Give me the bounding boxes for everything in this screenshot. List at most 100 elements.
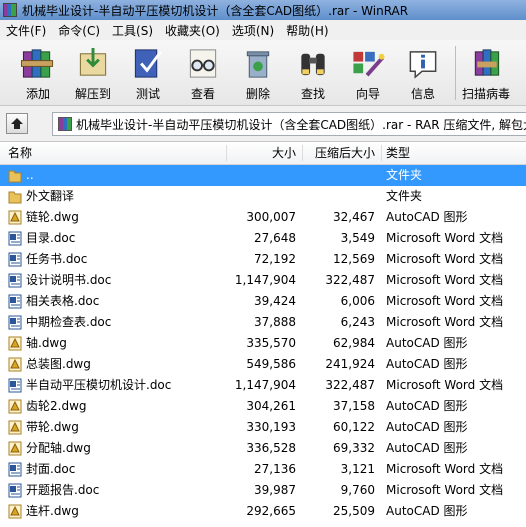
menu-commands[interactable]: 命令(C) [52,22,106,39]
file-type: AutoCAD 图形 [386,336,468,350]
file-name: .. [26,168,34,182]
wizard-label: 向导 [355,87,380,101]
menu-file[interactable]: 文件(F) [0,22,52,39]
file-size: 300,007 [246,210,296,224]
file-packed-size: 241,924 [325,357,375,371]
file-row[interactable]: 任务书.doc 72,192 12,569 Microsoft Word 文档 [0,249,526,270]
folder-icon [8,170,22,183]
find-label: 查找 [300,87,325,101]
file-packed-size: 322,487 [325,378,375,392]
file-name: 链轮.dwg [26,210,79,224]
wizard-button[interactable]: 向导 [343,44,393,102]
dwg-file-icon [8,441,22,456]
delete-label: 删除 [245,87,270,101]
file-size: 336,528 [246,441,296,455]
file-type: 文件夹 [386,189,423,203]
add-button[interactable]: 添加 [13,44,63,102]
menu-help[interactable]: 帮助(H) [280,22,334,39]
file-row[interactable]: 分配轴.dwg 336,528 69,332 AutoCAD 图形 [0,438,526,459]
view-glasses-icon [189,49,217,78]
file-row[interactable]: 相关表格.doc 39,424 6,006 Microsoft Word 文档 [0,291,526,312]
info-button[interactable]: 信息 [398,44,448,102]
folder-icon [8,191,22,204]
find-button[interactable]: 查找 [288,44,338,102]
archive-path-field[interactable]: 机械毕业设计-半自动平压模切机设计（含全套CAD图纸）.rar - RAR 压缩… [52,112,526,136]
file-type: Microsoft Word 文档 [386,294,504,308]
word-doc-icon [8,378,22,393]
file-row[interactable]: 链轮.dwg 300,007 32,467 AutoCAD 图形 [0,207,526,228]
column-divider[interactable] [302,145,303,161]
word-doc-icon [8,462,22,477]
column-packed-size[interactable]: 压缩后大小 [315,142,375,164]
file-size: 330,193 [246,420,296,434]
info-label: 信息 [410,87,435,101]
column-divider[interactable] [226,145,227,161]
file-size: 335,570 [246,336,296,350]
file-name: 半自动平压模切机设计.doc [26,378,172,392]
file-name: 齿轮2.dwg [26,399,87,413]
file-name: 轴.dwg [26,336,67,350]
view-label: 查看 [190,87,215,101]
file-row[interactable]: 半自动平压模切机设计.doc 1,147,904 322,487 Microsoft … [0,375,526,396]
file-type: AutoCAD 图形 [386,504,468,518]
file-row[interactable]: 带轮.dwg 330,193 60,122 AutoCAD 图形 [0,417,526,438]
address-bar: 机械毕业设计-半自动平压模切机设计（含全套CAD图纸）.rar - RAR 压缩… [0,106,526,142]
word-doc-icon [8,315,22,330]
file-row[interactable]: 设计说明书.doc 1,147,904 322,487 Microsoft Word … [0,270,526,291]
file-packed-size: 37,158 [333,399,375,413]
dwg-file-icon [8,420,22,435]
extract-to-button[interactable]: 解压到 [68,44,118,102]
menu-tools[interactable]: 工具(S) [106,22,159,39]
virus-scan-button[interactable]: 扫描病毒 [461,44,511,102]
file-type: AutoCAD 图形 [386,399,468,413]
menu-options[interactable]: 选项(N) [226,22,280,39]
file-type: Microsoft Word 文档 [386,273,504,287]
folder-row[interactable]: 外文翻译 文件夹 [0,186,526,207]
extract-to-label: 解压到 [74,87,111,101]
test-label: 测试 [135,87,160,101]
test-button[interactable]: 测试 [123,44,173,102]
file-row[interactable]: 轴.dwg 335,570 62,984 AutoCAD 图形 [0,333,526,354]
menu-favorites[interactable]: 收藏夹(O) [159,22,226,39]
file-list[interactable]: 名称 大小 压缩后大小 类型 .. 文件夹 外文翻译 文件夹 链轮.dwg 300,007… [0,142,526,527]
view-button[interactable]: 查看 [178,44,228,102]
file-row[interactable]: 目录.doc 27,648 3,549 Microsoft Word 文档 [0,228,526,249]
file-row[interactable]: 开题报告.doc 39,987 9,760 Microsoft Word 文档 [0,480,526,501]
up-folder-button[interactable] [6,113,28,134]
add-books-icon [20,49,54,78]
up-arrow-icon [11,118,23,129]
word-doc-icon [8,273,22,288]
column-type[interactable]: 类型 [386,142,410,164]
file-type: Microsoft Word 文档 [386,462,504,476]
dwg-file-icon [8,399,22,414]
file-type: AutoCAD 图形 [386,210,468,224]
file-size: 39,987 [254,483,296,497]
file-name: 外文翻译 [26,189,75,203]
window-title: 机械毕业设计-半自动平压模切机设计（含全套CAD图纸）.rar - WinRAR [22,3,409,18]
file-name: 中期检查表.doc [26,315,112,329]
dwg-file-icon [8,504,22,519]
toolbar: 添加 解压到 测试 查看 删除 查找 向导 信息 扫描病毒 [0,40,526,106]
file-row[interactable]: 封面.doc 27,136 3,121 Microsoft Word 文档 [0,459,526,480]
file-row[interactable]: 齿轮2.dwg 304,261 37,158 AutoCAD 图形 [0,396,526,417]
add-label: 添加 [25,87,50,101]
file-row[interactable]: 总装图.dwg 549,586 241,924 AutoCAD 图形 [0,354,526,375]
file-row[interactable]: 连杆.dwg 292,665 25,509 AutoCAD 图形 [0,501,526,522]
column-size[interactable]: 大小 [272,142,296,164]
title-bar[interactable]: 机械毕业设计-半自动平压模切机设计（含全套CAD图纸）.rar - WinRAR [0,0,526,20]
file-size: 39,424 [254,294,296,308]
dwg-file-icon [8,210,22,225]
file-packed-size: 60,122 [333,420,375,434]
file-type: Microsoft Word 文档 [386,315,504,329]
column-divider[interactable] [381,145,382,161]
file-packed-size: 6,243 [340,315,375,329]
file-name: 目录.doc [26,231,76,245]
delete-button[interactable]: 删除 [233,44,283,102]
folder-row[interactable]: .. 文件夹 [0,165,526,186]
rar-archive-icon [58,117,72,131]
file-row[interactable]: 中期检查表.doc 37,888 6,243 Microsoft Word 文档 [0,312,526,333]
file-type: AutoCAD 图形 [386,420,468,434]
file-type: Microsoft Word 文档 [386,378,504,392]
file-packed-size: 9,760 [340,483,375,497]
column-name[interactable]: 名称 [8,142,32,164]
